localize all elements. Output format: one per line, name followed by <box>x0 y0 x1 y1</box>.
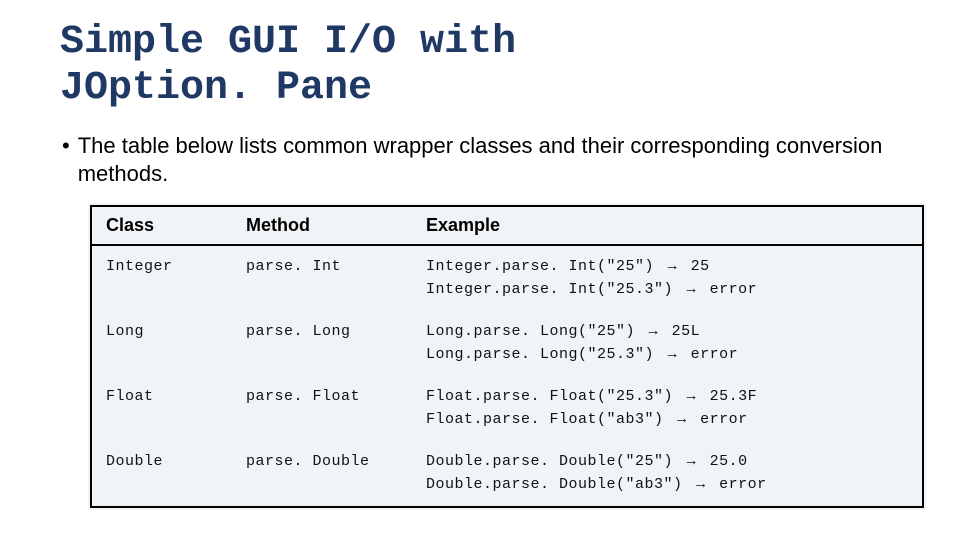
title-line-2: JOption. Pane <box>60 66 372 111</box>
example-result: error <box>710 281 758 298</box>
bullet-dot-icon: • <box>62 132 70 160</box>
example-result: error <box>719 476 767 493</box>
example-result: error <box>691 346 739 363</box>
table-row: Float parse. Float Float.parse. Float("2… <box>92 376 922 441</box>
cell-method: parse. Double <box>232 441 412 506</box>
table: Class Method Example Integer parse. Int … <box>92 207 922 506</box>
example-line: Long.parse. Long("25") → 25L <box>426 321 908 344</box>
arrow-icon: → <box>692 474 710 497</box>
arrow-icon: → <box>683 279 701 302</box>
cell-example: Float.parse. Float("25.3") → 25.3F Float… <box>412 376 922 441</box>
example-call: Long.parse. Long("25") <box>426 323 635 340</box>
title-line-1: Simple GUI I/O with <box>60 20 516 65</box>
col-header-method: Method <box>232 207 412 245</box>
table-row: Integer parse. Int Integer.parse. Int("2… <box>92 245 922 311</box>
cell-class: Long <box>92 311 232 376</box>
example-result: 25.3F <box>710 388 758 405</box>
col-header-class: Class <box>92 207 232 245</box>
example-line: Integer.parse. Int("25.3") → error <box>426 279 908 302</box>
arrow-icon: → <box>645 321 663 344</box>
example-line: Float.parse. Float("25.3") → 25.3F <box>426 386 908 409</box>
example-call: Float.parse. Float("ab3") <box>426 411 664 428</box>
example-result: 25.0 <box>710 453 748 470</box>
cell-method: parse. Long <box>232 311 412 376</box>
example-line: Long.parse. Long("25.3") → error <box>426 344 908 367</box>
col-header-example: Example <box>412 207 922 245</box>
cell-class: Double <box>92 441 232 506</box>
example-line: Double.parse. Double("25") → 25.0 <box>426 451 908 474</box>
arrow-icon: → <box>673 409 691 432</box>
bullet-item: • The table below lists common wrapper c… <box>60 132 900 187</box>
example-call: Double.parse. Double("ab3") <box>426 476 683 493</box>
example-call: Long.parse. Long("25.3") <box>426 346 654 363</box>
wrapper-class-table: Class Method Example Integer parse. Int … <box>90 205 924 508</box>
slide: Simple GUI I/O with JOption. Pane • The … <box>0 0 960 508</box>
table-row: Long parse. Long Long.parse. Long("25") … <box>92 311 922 376</box>
cell-method: parse. Int <box>232 245 412 311</box>
cell-example: Long.parse. Long("25") → 25L Long.parse.… <box>412 311 922 376</box>
example-result: 25L <box>672 323 701 340</box>
arrow-icon: → <box>683 386 701 409</box>
example-line: Integer.parse. Int("25") → 25 <box>426 256 908 279</box>
table-header-row: Class Method Example <box>92 207 922 245</box>
page-title: Simple GUI I/O with JOption. Pane <box>60 20 900 112</box>
example-line: Float.parse. Float("ab3") → error <box>426 409 908 432</box>
table-row: Double parse. Double Double.parse. Doubl… <box>92 441 922 506</box>
cell-example: Integer.parse. Int("25") → 25 Integer.pa… <box>412 245 922 311</box>
example-result: 25 <box>691 258 710 275</box>
cell-class: Float <box>92 376 232 441</box>
example-call: Double.parse. Double("25") <box>426 453 673 470</box>
arrow-icon: → <box>664 344 682 367</box>
example-result: error <box>700 411 748 428</box>
example-line: Double.parse. Double("ab3") → error <box>426 474 908 497</box>
arrow-icon: → <box>664 256 682 279</box>
arrow-icon: → <box>683 451 701 474</box>
example-call: Integer.parse. Int("25.3") <box>426 281 673 298</box>
bullet-text: The table below lists common wrapper cla… <box>78 132 900 187</box>
cell-example: Double.parse. Double("25") → 25.0 Double… <box>412 441 922 506</box>
example-call: Float.parse. Float("25.3") <box>426 388 673 405</box>
example-call: Integer.parse. Int("25") <box>426 258 654 275</box>
cell-method: parse. Float <box>232 376 412 441</box>
cell-class: Integer <box>92 245 232 311</box>
